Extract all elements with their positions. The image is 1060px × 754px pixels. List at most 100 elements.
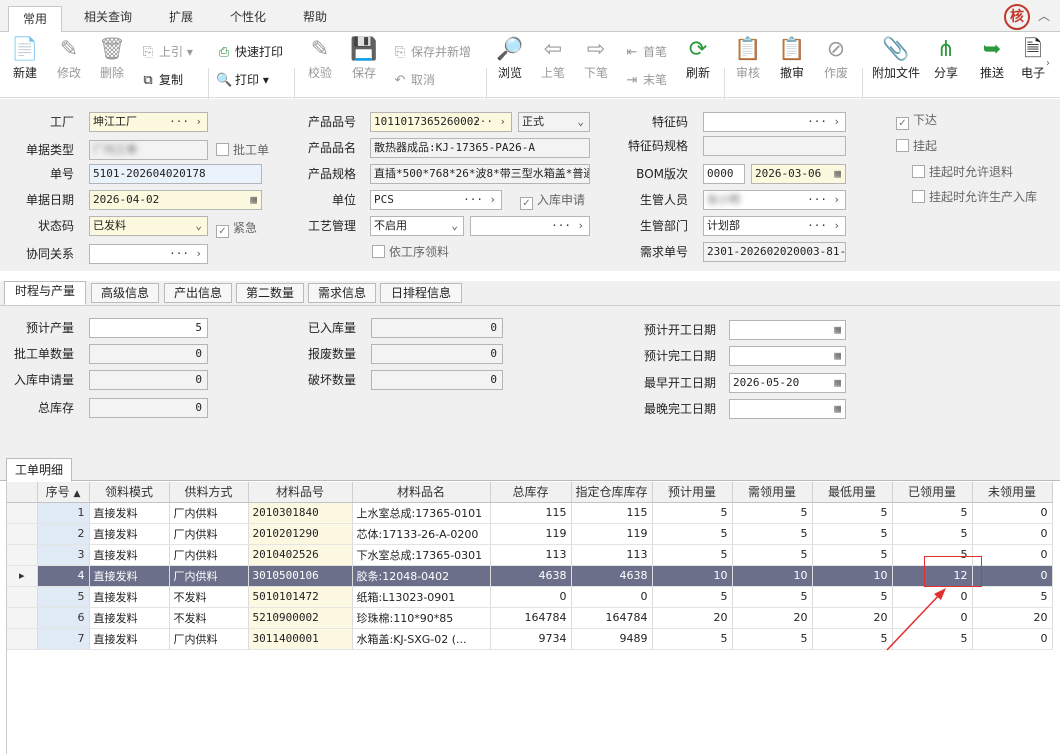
row-marker[interactable]	[7, 586, 38, 608]
collapse-ribbon-icon[interactable]: ︿	[1038, 7, 1050, 24]
table-cell[interactable]: 厂内供料	[169, 523, 249, 545]
cancel-button[interactable]: ↶ 取消	[392, 70, 435, 90]
table-cell[interactable]: 5	[812, 586, 893, 608]
attach-file-button[interactable]: 📎 附加文件	[868, 36, 924, 81]
table-cell[interactable]: 1	[37, 502, 90, 524]
table-cell[interactable]: 164784	[571, 607, 653, 629]
allow-instock-checkbox[interactable]: 挂起时允许生产入库	[912, 187, 1037, 207]
column-header[interactable]: 预计用量	[652, 482, 733, 503]
electronic-button[interactable]: 🗎 电子	[1016, 36, 1050, 81]
bom-date-field[interactable]: 2026-03-06 ▦	[751, 164, 846, 184]
tab-output-info[interactable]: 产出信息	[164, 283, 232, 303]
table-cell[interactable]: 直接发料	[89, 565, 170, 587]
quick-print-button[interactable]: ⎙ 快速打印	[216, 42, 283, 62]
table-cell[interactable]: 20	[732, 607, 813, 629]
docno-field[interactable]: 5101-202604020178	[89, 164, 262, 184]
prev-record-button[interactable]: ⇦ 上笔	[536, 36, 570, 81]
table-cell[interactable]: 5	[652, 628, 733, 650]
column-header[interactable]: 供料方式	[169, 482, 249, 503]
table-cell[interactable]: 纸箱:L13023-0901	[352, 586, 491, 608]
table-cell[interactable]: 5	[652, 544, 733, 566]
column-header[interactable]: 已领用量	[892, 482, 973, 503]
early-start-field[interactable]: 2026-05-20 ▦	[729, 373, 846, 393]
row-marker[interactable]	[7, 523, 38, 545]
column-header[interactable]: 材料品名	[352, 482, 491, 503]
plan-end-field[interactable]: ▦	[729, 346, 846, 366]
late-end-field[interactable]: ▦	[729, 399, 846, 419]
instock-apply-checkbox[interactable]: ✓ 入库申请	[520, 190, 585, 210]
table-cell[interactable]: 5	[732, 544, 813, 566]
table-cell[interactable]: 5	[892, 523, 973, 545]
table-cell[interactable]: 113	[571, 544, 653, 566]
table-cell[interactable]: 9734	[490, 628, 572, 650]
table-cell[interactable]: 珍珠棉:110*90*85	[352, 607, 491, 629]
next-record-button[interactable]: ⇨ 下笔	[579, 36, 613, 81]
row-marker[interactable]	[7, 502, 38, 524]
table-cell[interactable]: 3011400001	[248, 628, 353, 650]
table-cell[interactable]: 164784	[490, 607, 572, 629]
manager-field[interactable]: 张小明 ··· ›	[703, 190, 846, 210]
row-marker[interactable]	[7, 628, 38, 650]
table-cell[interactable]: 2010201290	[248, 523, 353, 545]
batch-qty-field[interactable]: 0	[89, 344, 208, 364]
product-spec-field[interactable]: 直插*500*768*26*波8*带三型水箱盖*普通	[370, 164, 590, 184]
product-type-select[interactable]: 正式 ⌄	[518, 112, 590, 132]
urgent-checkbox[interactable]: ✓ 紧急	[216, 218, 257, 238]
table-row[interactable]: 1 直接发料 厂内供料 2010301840 上水室总成:17365-0101 115 11…	[7, 502, 1053, 524]
batch-order-checkbox[interactable]: 批工单	[216, 140, 269, 160]
dept-field[interactable]: 计划部 ··· ›	[703, 216, 846, 236]
tab-advanced[interactable]: 高级信息	[91, 283, 159, 303]
table-cell[interactable]: 4638	[571, 565, 653, 587]
table-cell[interactable]: 厂内供料	[169, 628, 249, 650]
table-cell[interactable]: 不发料	[169, 586, 249, 608]
table-cell[interactable]: 0	[571, 586, 653, 608]
docdate-field[interactable]: 2026-04-02 ▦	[89, 190, 262, 210]
suspend-checkbox[interactable]: 挂起	[896, 136, 937, 156]
prev-up-button[interactable]: ⎘ 上引 ▾	[140, 42, 193, 62]
table-cell[interactable]: 2	[37, 523, 90, 545]
edit-button[interactable]: ✎ 修改	[52, 36, 86, 81]
table-cell[interactable]: 直接发料	[89, 544, 170, 566]
product-no-field[interactable]: 1011017365260002 ··· ›	[370, 112, 512, 132]
column-header[interactable]: 需领用量	[732, 482, 813, 503]
tab-demand-info[interactable]: 需求信息	[308, 283, 376, 303]
unaudit-button[interactable]: 📋 撤审	[774, 36, 810, 81]
coop-field[interactable]: ··· ›	[89, 244, 208, 264]
table-cell[interactable]: 5	[652, 523, 733, 545]
table-row[interactable]: 5 直接发料 不发料 5010101472 纸箱:L13023-0901 0 0 5 5 5 0 5	[7, 586, 1053, 608]
table-cell[interactable]: 10	[732, 565, 813, 587]
scrap-field[interactable]: 0	[371, 344, 503, 364]
doctype-field[interactable]: 厂内工单	[89, 140, 208, 160]
table-cell[interactable]: 4638	[490, 565, 572, 587]
column-header[interactable]: 序号 ▲	[37, 482, 90, 503]
table-cell[interactable]: 115	[490, 502, 572, 524]
copy-button[interactable]: ⧉ 复制	[140, 70, 183, 90]
table-cell[interactable]: 直接发料	[89, 586, 170, 608]
last-record-button[interactable]: ⇥ 末笔	[624, 70, 667, 90]
table-cell[interactable]: 直接发料	[89, 523, 170, 545]
column-header[interactable]: 最低用量	[812, 482, 893, 503]
table-row[interactable]: 2 直接发料 厂内供料 2010201290 芯体:17133-26-A-0200 119…	[7, 523, 1053, 545]
table-cell[interactable]: 下水室总成:17365-0301	[352, 544, 491, 566]
stocked-field[interactable]: 0	[371, 318, 503, 338]
plan-qty-field[interactable]: 5	[89, 318, 208, 338]
allow-return-checkbox[interactable]: 挂起时允许退料	[912, 162, 1013, 182]
table-cell[interactable]: 115	[571, 502, 653, 524]
table-cell[interactable]: 0	[892, 607, 973, 629]
column-header[interactable]: 领料模式	[89, 482, 170, 503]
tab-extend[interactable]: 扩展	[156, 5, 206, 32]
tab-schedule-output[interactable]: 时程与产量	[4, 281, 86, 305]
product-name-field[interactable]: 散热器成品:KJ-17365-PA26-A	[370, 138, 590, 158]
table-cell[interactable]: 0	[972, 523, 1053, 545]
refresh-button[interactable]: ⟳ 刷新	[680, 36, 716, 81]
tab-daily-schedule[interactable]: 日排程信息	[380, 283, 462, 303]
tab-order-detail[interactable]: 工单明细	[6, 458, 72, 482]
table-row[interactable]: 7 直接发料 厂内供料 3011400001 水箱盖:KJ-SXG-02 (... 973…	[7, 628, 1053, 650]
share-button[interactable]: ⋔ 分享	[928, 36, 964, 81]
table-row[interactable]: 6 直接发料 不发料 5210900002 珍珠棉:110*90*85 164784 164…	[7, 607, 1053, 629]
table-cell[interactable]: 0	[892, 586, 973, 608]
table-cell[interactable]: 5	[812, 523, 893, 545]
damage-field[interactable]: 0	[371, 370, 503, 390]
tab-common[interactable]: 常用	[8, 6, 62, 33]
table-cell[interactable]: 6	[37, 607, 90, 629]
